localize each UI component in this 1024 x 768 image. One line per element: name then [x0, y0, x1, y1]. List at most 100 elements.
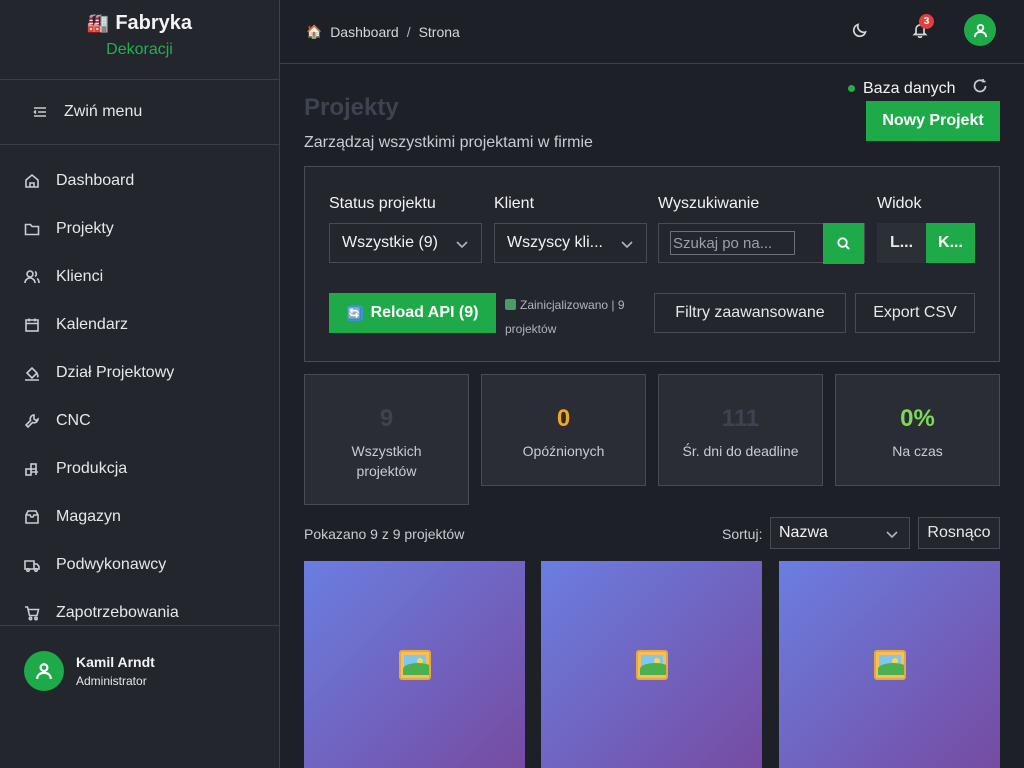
- view-list-button[interactable]: L...: [877, 223, 926, 263]
- view-label: Widok: [877, 195, 922, 212]
- user-name: Kamil Arndt: [76, 653, 155, 670]
- archive-icon: [24, 509, 40, 525]
- search-button[interactable]: [823, 223, 864, 264]
- status-filter-value: Wszystkie (9): [342, 234, 438, 251]
- folder-icon: [24, 221, 40, 237]
- cart-icon: [24, 605, 40, 621]
- sidebar-item-label: Projekty: [56, 220, 114, 237]
- sort-select[interactable]: Nazwa: [770, 517, 910, 549]
- image-placeholder-icon: [873, 649, 906, 680]
- sidebar-item-label: Zapotrzebowania: [56, 604, 179, 621]
- sidebar-item-label: Kalendarz: [56, 316, 129, 333]
- sidebar-item-dzial-projektowy[interactable]: Dział Projektowy: [0, 349, 279, 397]
- reload-icon: 🔄: [346, 305, 363, 321]
- sidebar-item-label: CNC: [56, 412, 91, 429]
- sidebar-item-kalendarz[interactable]: Kalendarz: [0, 301, 279, 349]
- user-icon: [973, 23, 987, 37]
- db-status-label: Baza danych: [863, 79, 956, 97]
- paint-bucket-icon: [24, 365, 40, 381]
- stat-label: Na czas: [892, 443, 943, 459]
- project-card[interactable]: [779, 561, 1000, 768]
- collapse-menu-icon: [32, 104, 48, 120]
- new-project-button[interactable]: Nowy Projekt: [866, 101, 1000, 141]
- db-status: Baza danych: [848, 78, 988, 99]
- sidebar-item-dashboard[interactable]: Dashboard: [0, 157, 279, 205]
- sidebar-item-label: Dashboard: [56, 172, 135, 189]
- moon-icon: [852, 23, 867, 38]
- sidebar-user[interactable]: Kamil Arndt Administrator: [0, 625, 279, 715]
- stat-card-total: 9 Wszystkich projektów: [304, 374, 469, 505]
- sidebar-item-produkcja[interactable]: Produkcja: [0, 445, 279, 493]
- stat-label: Śr. dni do deadline: [682, 443, 799, 459]
- project-card[interactable]: [304, 561, 525, 768]
- advanced-filters-button[interactable]: Filtry zaawansowane: [654, 293, 846, 333]
- user-role: Administrator: [76, 673, 147, 688]
- sort-order-button[interactable]: Rosnąco: [918, 517, 1000, 549]
- breadcrumb-current: Strona: [418, 23, 460, 40]
- sort-label: Sortuj:: [722, 526, 763, 542]
- image-placeholder-icon: [635, 649, 668, 680]
- theme-toggle-button[interactable]: [844, 14, 876, 46]
- collapse-menu-button[interactable]: Zwiń menu: [0, 80, 279, 145]
- sidebar-item-label: Magazyn: [56, 508, 121, 525]
- breadcrumb: 🏠 Dashboard / Strona: [280, 24, 460, 40]
- sidebar-item-cnc[interactable]: CNC: [0, 397, 279, 445]
- top-actions: 3: [844, 14, 996, 46]
- search-input[interactable]: [670, 231, 795, 255]
- stat-label: Wszystkich projektów: [351, 443, 422, 479]
- init-status: Zainicjalizowano | 9 projektów: [505, 293, 645, 341]
- status-filter-select[interactable]: Wszystkie (9): [329, 223, 482, 263]
- refresh-icon[interactable]: [972, 78, 988, 99]
- brand[interactable]: 🏭 Fabryka Dekoracji: [0, 0, 279, 80]
- sidebar-item-podwykonawcy[interactable]: Podwykonawcy: [0, 541, 279, 589]
- brand-title-row: 🏭 Fabryka: [87, 12, 192, 35]
- search-label: Wyszukiwanie: [658, 195, 760, 212]
- checkbox-icon: [505, 299, 516, 310]
- sidebar-item-magazyn[interactable]: Magazyn: [0, 493, 279, 541]
- sidebar: 🏭 Fabryka Dekoracji Zwiń menu Dashboard …: [0, 0, 280, 768]
- users-icon: [24, 269, 40, 285]
- stat-card-on-time: 0% Na czas: [835, 374, 1000, 486]
- db-status-dot: [848, 85, 855, 92]
- collapse-menu-label: Zwiń menu: [64, 103, 143, 120]
- brand-title: Fabryka: [115, 12, 193, 34]
- sidebar-item-label: Produkcja: [56, 460, 128, 477]
- init-status-text: Zainicjalizowano | 9 projektów: [505, 298, 625, 336]
- chevron-down-icon: [885, 527, 899, 546]
- stat-card-delayed: 0 Opóźnionych: [481, 374, 646, 486]
- chevron-down-icon: [455, 237, 469, 256]
- export-csv-button[interactable]: Export CSV: [855, 293, 975, 333]
- sidebar-item-label: Klienci: [56, 268, 104, 285]
- sidebar-nav: Dashboard Projekty Klienci Kalendarz Dzi…: [0, 145, 279, 637]
- user-menu-button[interactable]: [964, 14, 996, 46]
- sidebar-item-label: Dział Projektowy: [56, 364, 175, 381]
- client-filter-label: Klient: [494, 195, 535, 212]
- sort-value: Nazwa: [779, 524, 828, 541]
- notification-badge: 3: [919, 14, 934, 29]
- page-subtitle: Zarządzaj wszystkimi projektami w firmie: [304, 134, 593, 151]
- stat-label: Opóźnionych: [522, 443, 605, 459]
- stat-value: 0%: [900, 405, 935, 432]
- status-filter-label: Status projektu: [329, 195, 436, 212]
- breadcrumb-separator: /: [406, 23, 411, 40]
- view-toggle: L... K...: [877, 223, 975, 263]
- wrench-icon: [24, 413, 40, 429]
- filters-panel: Status projektu Wszystkie (9) Klient Wsz…: [304, 166, 1000, 362]
- sidebar-item-projekty[interactable]: Projekty: [0, 205, 279, 253]
- reload-api-button[interactable]: 🔄 Reload API (9): [329, 293, 496, 333]
- user-info: Kamil Arndt Administrator: [76, 654, 155, 688]
- chevron-down-icon: [620, 237, 634, 256]
- calendar-icon: [24, 317, 40, 333]
- page-title: Projekty: [304, 94, 399, 121]
- client-filter-value: Wszyscy kli...: [507, 234, 603, 251]
- client-filter-select[interactable]: Wszyscy kli...: [494, 223, 647, 263]
- notifications-button[interactable]: 3: [904, 14, 936, 46]
- stat-value: 0: [556, 405, 571, 432]
- breadcrumb-dashboard[interactable]: Dashboard: [330, 24, 399, 40]
- project-card[interactable]: [541, 561, 762, 768]
- breadcrumb-home-icon: 🏠: [306, 23, 323, 39]
- production-icon: [24, 461, 40, 477]
- sidebar-item-label: Podwykonawcy: [56, 556, 167, 573]
- sidebar-item-klienci[interactable]: Klienci: [0, 253, 279, 301]
- view-cards-button[interactable]: K...: [926, 223, 975, 263]
